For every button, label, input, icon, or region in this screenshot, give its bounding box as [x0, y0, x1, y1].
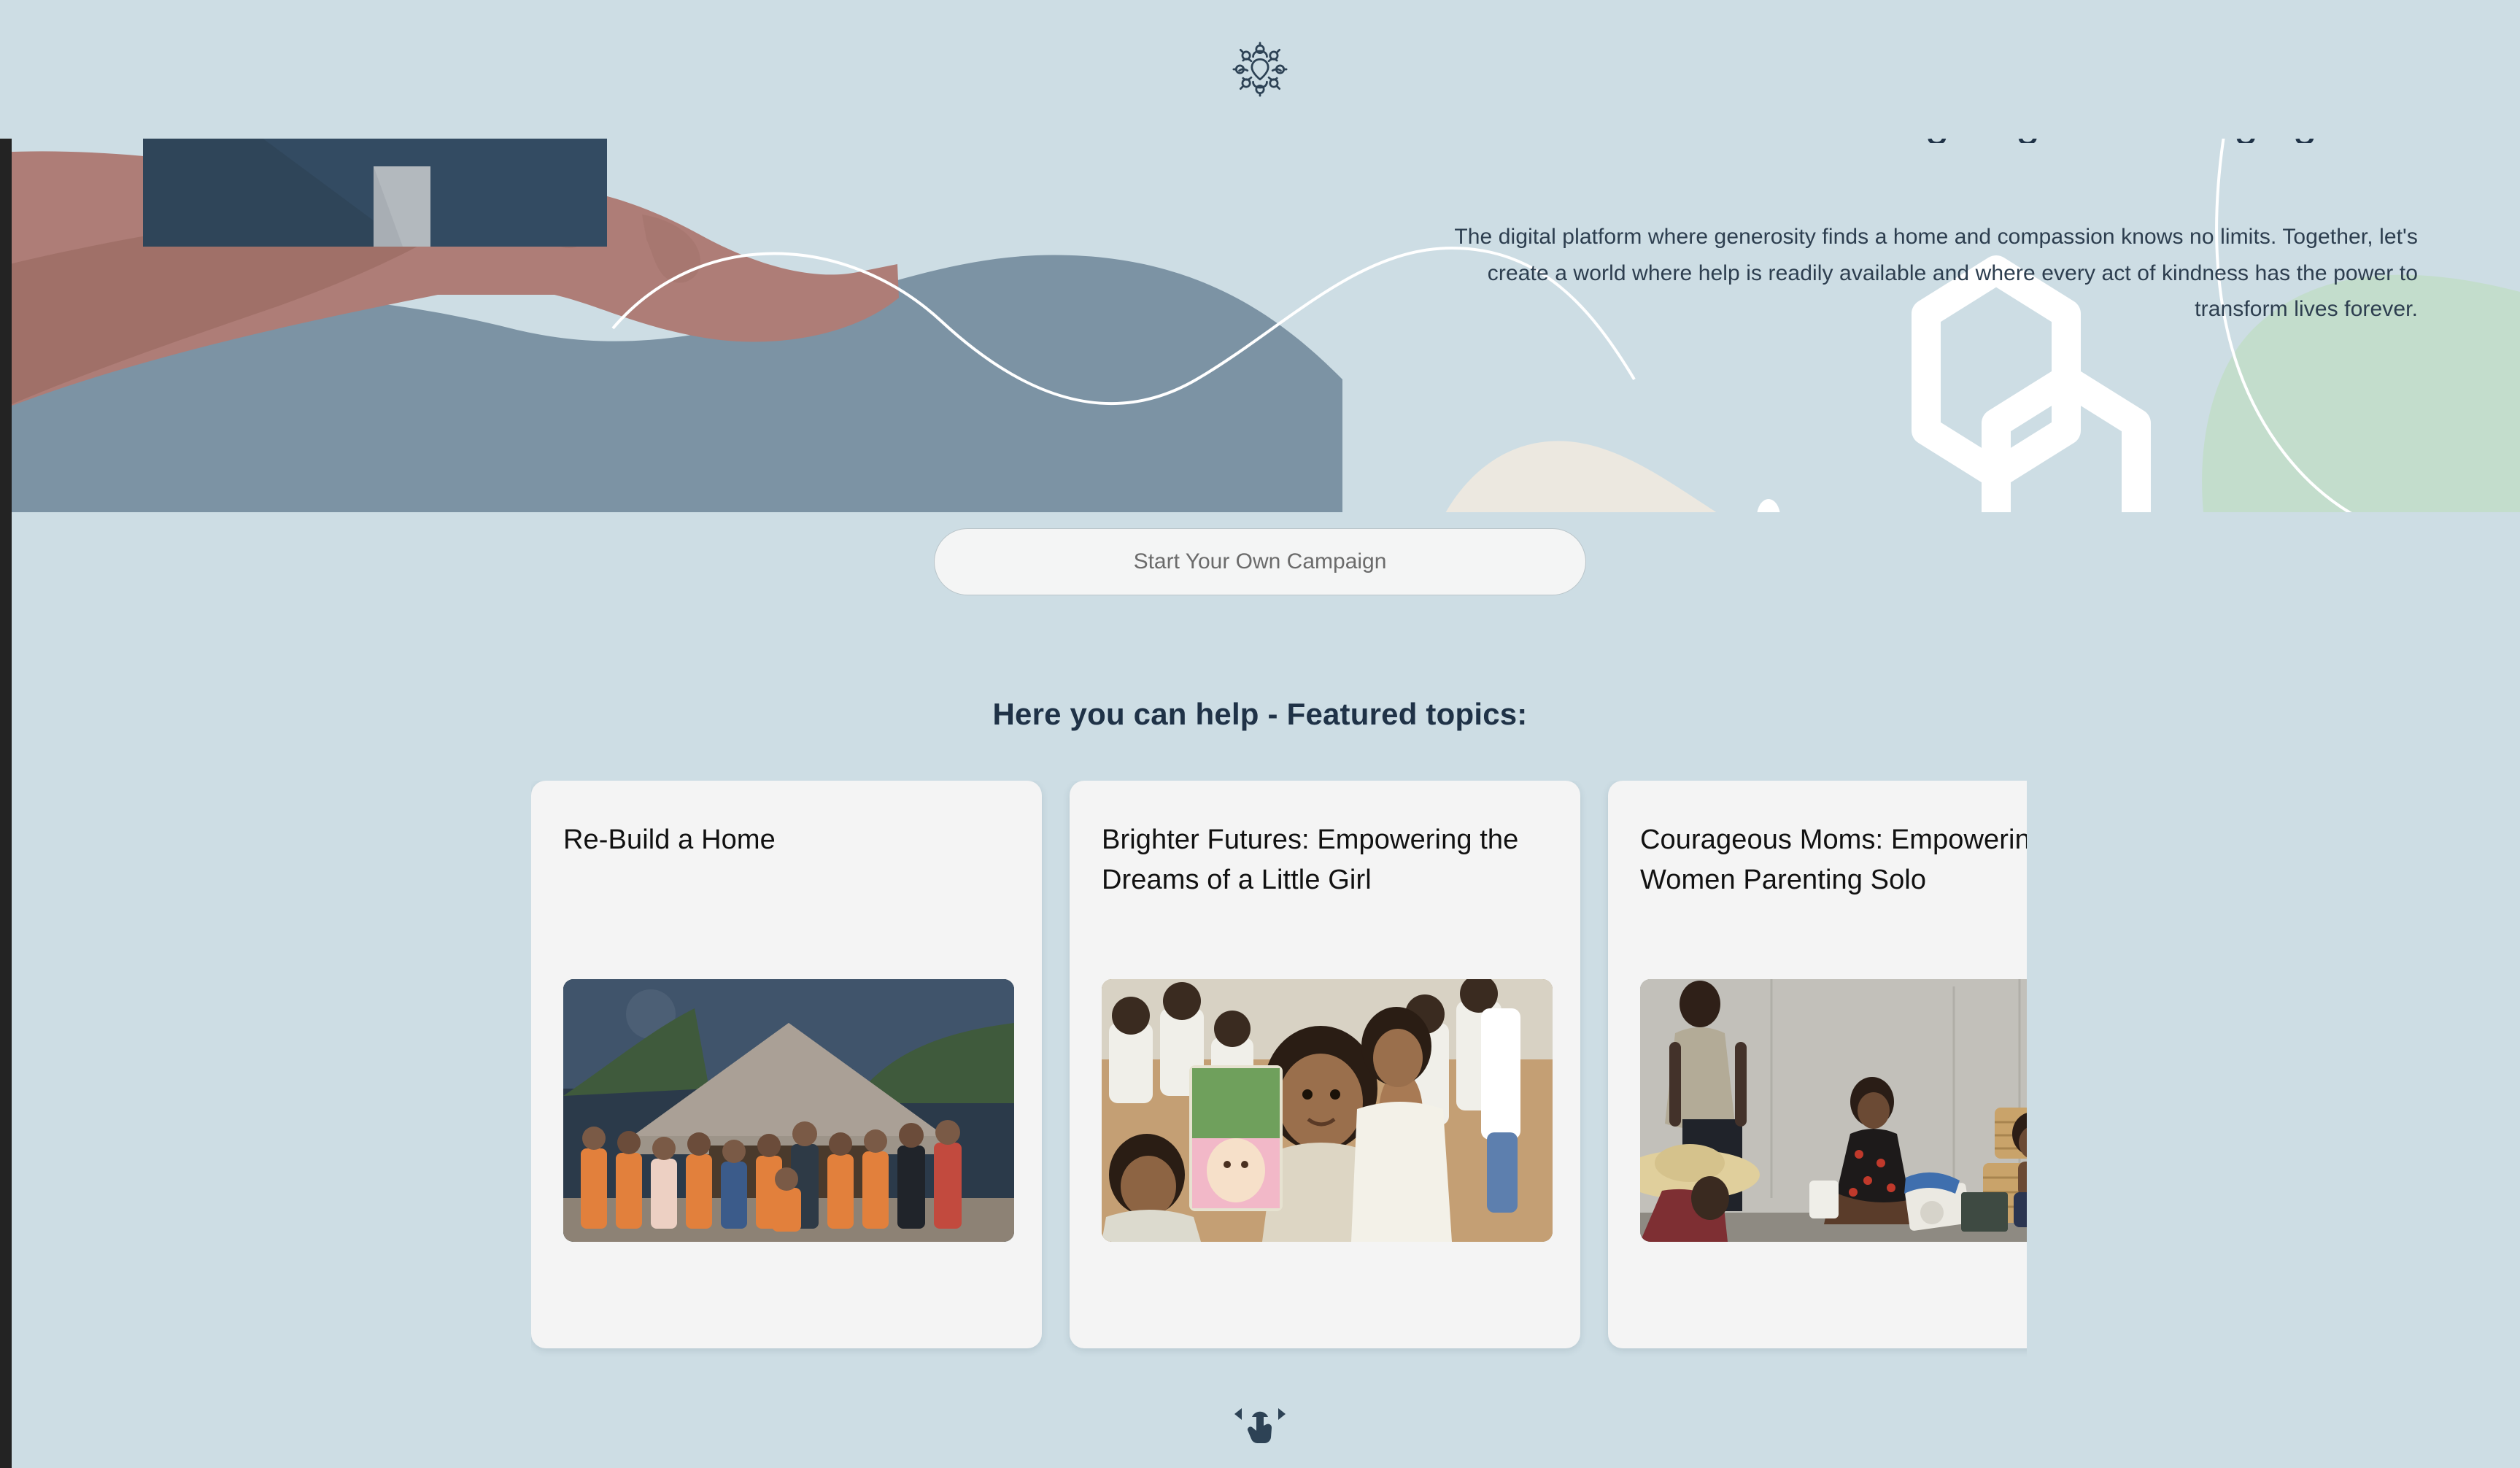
- featured-topics-carousel[interactable]: Re-Build a Home Brighter Futures: Empowe…: [531, 781, 2027, 1364]
- topic-card[interactable]: Re-Build a Home: [531, 781, 1042, 1348]
- hero-headline-clipped: giving and changing lives: [1389, 139, 2418, 143]
- page-left-edge-gutter: [0, 139, 12, 1468]
- people-circle-heart-icon[interactable]: [1229, 38, 1291, 101]
- site-header: [0, 0, 2520, 139]
- topic-card-photo: [1640, 979, 2027, 1242]
- carousel-track: Re-Build a Home Brighter Futures: Empowe…: [531, 781, 2027, 1364]
- start-campaign-button[interactable]: Start Your Own Campaign: [934, 528, 1586, 595]
- topic-card-photo: [563, 979, 1014, 1242]
- topic-card-title: Brighter Futures: Empowering the Dreams …: [1102, 824, 1519, 896]
- swipe-horizontal-hand-icon: [1234, 1398, 1286, 1445]
- hero-copy: giving and changing lives The digital pl…: [1389, 139, 2418, 512]
- cta-row: Start Your Own Campaign: [0, 528, 2520, 595]
- topic-card-title: Re-Build a Home: [563, 824, 776, 855]
- topic-card[interactable]: Brighter Futures: Empowering the Dreams …: [1070, 781, 1580, 1348]
- featured-topics-heading: Here you can help - Featured topics:: [992, 697, 1528, 731]
- topic-card[interactable]: Courageous Moms: Empowering Women Parent…: [1608, 781, 2027, 1348]
- topic-card-photo: [1102, 979, 1553, 1242]
- hero-subtext: The digital platform where generosity fi…: [1454, 225, 2418, 321]
- carousel-swipe-hint: [0, 1398, 2520, 1445]
- hero-section: giving and changing lives The digital pl…: [0, 139, 2520, 512]
- topic-card-title: Courageous Moms: Empowering Women Parent…: [1640, 824, 2027, 896]
